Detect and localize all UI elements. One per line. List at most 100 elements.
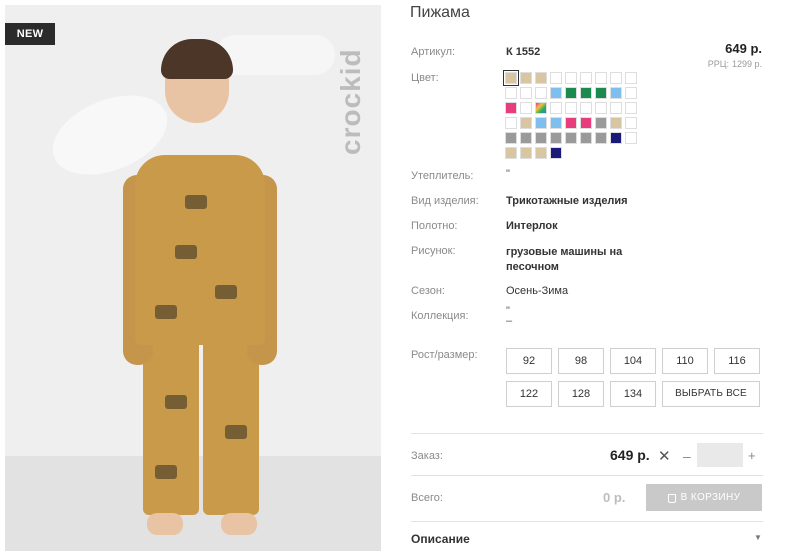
- season-label: Сезон:: [411, 285, 445, 297]
- color-swatch[interactable]: [565, 72, 577, 84]
- model-figure: [115, 35, 285, 550]
- color-swatch[interactable]: [580, 117, 592, 129]
- product-title: Пижама: [410, 4, 470, 21]
- chevron-down-icon[interactable]: ▼: [754, 533, 762, 542]
- size-label: Рост/размер:: [411, 349, 478, 361]
- product-price: 649 р.: [725, 41, 762, 56]
- total-value: 0 р.: [603, 490, 626, 505]
- color-swatch[interactable]: [580, 102, 592, 114]
- fabric-label: Полотно:: [411, 220, 458, 232]
- brand-logo: crockid: [335, 48, 366, 155]
- decrease-quantity-button[interactable]: –: [683, 448, 691, 464]
- size-128[interactable]: 128: [558, 381, 604, 407]
- total-label: Всего:: [411, 492, 443, 504]
- color-swatch[interactable]: [535, 72, 547, 84]
- color-swatch[interactable]: [595, 102, 607, 114]
- article-label: Артикул:: [411, 46, 456, 58]
- increase-quantity-button[interactable]: +: [748, 448, 756, 463]
- color-swatch[interactable]: [565, 102, 577, 114]
- color-swatch[interactable]: [565, 132, 577, 144]
- size-122[interactable]: 122: [506, 381, 552, 407]
- size-110[interactable]: 110: [662, 348, 708, 374]
- divider: [411, 433, 763, 434]
- color-swatch[interactable]: [505, 132, 517, 144]
- size-116[interactable]: 116: [714, 348, 760, 374]
- color-swatch[interactable]: [565, 117, 577, 129]
- rrp-label: РРЦ:: [707, 59, 729, 69]
- order-price: 649 р.: [610, 447, 650, 463]
- color-swatch[interactable]: [625, 87, 637, 99]
- color-swatch[interactable]: [610, 102, 622, 114]
- insulation-label: Утеплитель:: [411, 170, 474, 182]
- color-swatch[interactable]: [580, 72, 592, 84]
- select-all-sizes-button[interactable]: ВЫБРАТЬ ВСЕ: [662, 381, 760, 407]
- insulation-value: ": [506, 168, 510, 180]
- kind-value: Трикотажные изделия: [506, 195, 628, 207]
- color-swatch[interactable]: [595, 87, 607, 99]
- color-swatch[interactable]: [505, 87, 517, 99]
- new-badge: NEW: [5, 23, 55, 45]
- color-swatch[interactable]: [520, 147, 532, 159]
- color-swatch[interactable]: [610, 72, 622, 84]
- color-swatch[interactable]: [505, 102, 517, 114]
- divider: [411, 521, 763, 522]
- divider: [411, 475, 763, 476]
- color-swatch[interactable]: [580, 132, 592, 144]
- color-swatch[interactable]: [505, 147, 517, 159]
- color-swatch[interactable]: [565, 87, 577, 99]
- add-to-cart-label: В КОРЗИНУ: [680, 492, 741, 503]
- size-98[interactable]: 98: [558, 348, 604, 374]
- color-swatch[interactable]: [550, 117, 562, 129]
- color-swatch[interactable]: [520, 132, 532, 144]
- collection-label: Коллекция:: [411, 310, 469, 322]
- product-photo[interactable]: NEW crockid: [5, 5, 381, 551]
- color-swatch[interactable]: [520, 87, 532, 99]
- rrp-price: РРЦ: 1299 р.: [705, 59, 762, 69]
- shopping-bag-icon: [667, 494, 676, 503]
- season-value: Осень-Зима: [506, 285, 569, 297]
- color-swatch[interactable]: [520, 117, 532, 129]
- color-swatch[interactable]: [595, 117, 607, 129]
- color-label: Цвет:: [411, 72, 439, 84]
- add-to-cart-button[interactable]: В КОРЗИНУ: [646, 484, 762, 511]
- size-92[interactable]: 92: [506, 348, 552, 374]
- color-swatch[interactable]: [625, 72, 637, 84]
- color-swatch[interactable]: [535, 87, 547, 99]
- fabric-value: Интерлок: [506, 220, 558, 232]
- kind-label: Вид изделия:: [411, 195, 479, 207]
- quantity-input[interactable]: [697, 443, 743, 467]
- color-swatch[interactable]: [550, 132, 562, 144]
- color-swatch[interactable]: [625, 132, 637, 144]
- color-swatch[interactable]: [503, 70, 519, 86]
- clear-order-icon[interactable]: ✕: [658, 447, 671, 465]
- rrp-value: 1299 р.: [731, 59, 762, 69]
- order-label: Заказ:: [411, 450, 443, 462]
- collection-value: " –: [506, 305, 513, 327]
- color-swatch[interactable]: [535, 147, 547, 159]
- color-swatch[interactable]: [610, 117, 622, 129]
- color-swatch[interactable]: [520, 72, 532, 84]
- color-swatch[interactable]: [550, 87, 562, 99]
- color-swatch[interactable]: [535, 117, 547, 129]
- color-swatch-grid: [503, 70, 645, 159]
- description-toggle[interactable]: Описание: [411, 532, 470, 546]
- color-swatch[interactable]: [625, 102, 637, 114]
- color-swatch[interactable]: [535, 132, 547, 144]
- color-swatch[interactable]: [550, 102, 562, 114]
- color-swatch[interactable]: [595, 132, 607, 144]
- color-swatch[interactable]: [610, 132, 622, 144]
- color-swatch[interactable]: [595, 72, 607, 84]
- color-swatch[interactable]: [535, 102, 547, 114]
- color-swatch[interactable]: [610, 87, 622, 99]
- size-134[interactable]: 134: [610, 381, 656, 407]
- article-value: К 1552: [506, 46, 541, 58]
- size-grid: 92 98 104 110 116 122 128 134 ВЫБРАТЬ ВС…: [506, 348, 762, 407]
- color-swatch[interactable]: [550, 72, 562, 84]
- size-104[interactable]: 104: [610, 348, 656, 374]
- color-swatch[interactable]: [580, 87, 592, 99]
- pattern-value: грузовые машины на песочном: [506, 246, 623, 273]
- color-swatch[interactable]: [505, 117, 517, 129]
- color-swatch[interactable]: [625, 117, 637, 129]
- color-swatch[interactable]: [550, 147, 562, 159]
- color-swatch[interactable]: [520, 102, 532, 114]
